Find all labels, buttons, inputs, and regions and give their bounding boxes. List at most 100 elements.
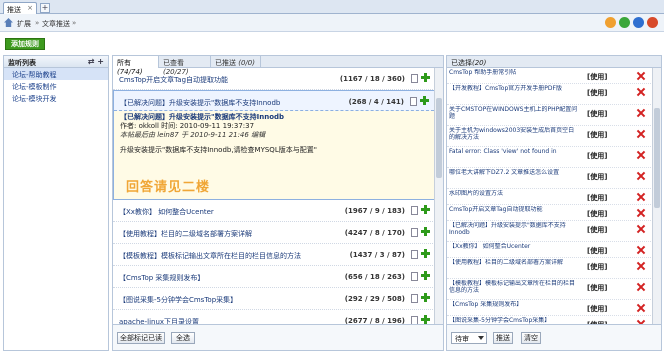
selected-title[interactable]: 【已解决问题】升级安装提示"数据库不支持Innodb (449, 222, 579, 236)
add-icon[interactable] (421, 315, 430, 324)
use-link[interactable]: [使用] (587, 304, 607, 314)
selected-title[interactable]: CmsTop开启文章Tag自动提取功能 (449, 206, 579, 213)
select-all-button[interactable]: 全选 (171, 332, 195, 344)
post-title[interactable]: 【模板教程】模板标记输出文章所在栏目的栏目信息的方法 (119, 251, 301, 261)
use-link[interactable]: [使用] (587, 151, 607, 161)
delete-icon[interactable] (637, 72, 645, 80)
selected-title[interactable]: 关于主机为windows2003安装生成后首页空白的解决方法 (449, 127, 579, 141)
add-rule-button[interactable]: 添加规则 (5, 38, 45, 50)
post-title[interactable]: 【Xx教你】 如何整合Ucenter (119, 207, 214, 217)
delete-icon[interactable] (637, 151, 645, 159)
add-icon[interactable] (421, 227, 430, 236)
tab-viewed[interactable]: 已查看 (20/27) (159, 56, 211, 76)
use-link[interactable]: [使用] (587, 109, 607, 119)
delete-icon[interactable] (637, 109, 645, 117)
post-title[interactable]: 【使用教程】栏目的二级域名部署方案详解 (119, 229, 252, 239)
scrollbar-thumb[interactable] (436, 98, 442, 178)
selected-title[interactable]: 【CmsTop 采集规则发布】 (449, 301, 579, 308)
home-icon[interactable] (4, 18, 13, 27)
mark-all-read-button[interactable]: 全部标记已读 (117, 332, 165, 344)
selected-title[interactable]: 【开发教程】CmsTop官方开发手册PDF版 (449, 85, 579, 92)
selected-title[interactable]: 哪位老大讲解下DZ7.2 文章推送怎么设置 (449, 169, 579, 176)
clear-button[interactable]: 清空 (521, 332, 541, 344)
post-row[interactable]: apache-linux下目录设置 (2677 / 8 / 196) (113, 310, 435, 324)
selected-title[interactable]: 【模板教程】模板标记输出文章所在栏目的栏目信息的方法 (449, 280, 579, 294)
post-row[interactable]: 【Xx教你】 如何整合Ucenter (1967 / 9 / 183) (113, 200, 435, 222)
selected-title[interactable]: 【Xx教你】 如何整合Ucenter (449, 243, 579, 250)
push-button[interactable]: 推送 (493, 332, 513, 344)
delete-icon[interactable] (637, 283, 645, 291)
delete-icon[interactable] (637, 88, 645, 96)
sidebar-item[interactable]: 论坛-帮助教程 (4, 68, 108, 80)
use-link[interactable]: [使用] (587, 225, 607, 235)
tab-push[interactable]: 推送 × (3, 2, 37, 14)
document-icon[interactable] (411, 250, 418, 259)
use-link[interactable]: [使用] (587, 130, 607, 140)
close-icon[interactable] (647, 17, 658, 28)
selected-title[interactable]: 关于CMSTOP在WINDOWS主机上的PHP配置问题 (449, 106, 579, 120)
post-title[interactable]: apache-linux下目录设置 (119, 317, 199, 324)
sidebar-item[interactable]: 论坛-模块开发 (4, 92, 108, 104)
post-list-scrollbar[interactable] (434, 68, 443, 324)
sidebar-item[interactable]: 论坛-模板制作 (4, 80, 108, 92)
document-icon[interactable] (411, 206, 418, 215)
post-title[interactable]: CmsTop开启文章Tag自动提取功能 (119, 75, 228, 85)
delete-icon[interactable] (637, 262, 645, 270)
use-link[interactable]: [使用] (587, 88, 607, 98)
delete-icon[interactable] (637, 225, 645, 233)
scrollbar-thumb[interactable] (654, 108, 660, 208)
document-icon[interactable] (411, 74, 418, 83)
post-title[interactable]: 【已解决问题】升级安装提示"数据库不支持Innodb (120, 98, 280, 108)
selected-title[interactable]: CmsTop 帮助手册常引帖 (449, 69, 579, 76)
use-link[interactable]: [使用] (587, 172, 607, 182)
post-row[interactable]: 【模板教程】模板标记输出文章所在栏目的栏目信息的方法 (1437 / 3 / 87… (113, 244, 435, 266)
close-icon[interactable]: × (27, 4, 33, 12)
selected-list-scrollbar[interactable] (652, 68, 661, 324)
post-title[interactable]: 【图说采集-5分钟学会CmsTop采集】 (119, 295, 237, 305)
use-link[interactable]: [使用] (587, 193, 607, 203)
document-icon[interactable] (411, 316, 418, 324)
add-icon[interactable] (420, 96, 429, 105)
selected-title[interactable]: 【图说采集-5分钟学会CmsTop采集】 (449, 317, 579, 324)
info-icon[interactable] (633, 17, 644, 28)
breadcrumb-item-article-push[interactable]: 文章推送 (42, 19, 70, 29)
post-title[interactable]: 【CmsTop 采集规则发布】 (119, 273, 204, 283)
use-link[interactable]: [使用] (587, 209, 607, 219)
delete-icon[interactable] (637, 246, 645, 254)
delete-icon[interactable] (637, 193, 645, 201)
breadcrumb-separator: » (35, 19, 40, 27)
add-icon[interactable] (421, 271, 430, 280)
post-row[interactable]: CmsTop开启文章Tag自动提取功能 (1167 / 18 / 360) (113, 68, 435, 90)
expanded-post[interactable]: 【已解决问题】升级安装提示"数据库不支持Innodb (268 / 4 / 141… (113, 90, 435, 200)
delete-icon[interactable] (637, 304, 645, 312)
delete-icon[interactable] (637, 209, 645, 217)
post-row[interactable]: 【使用教程】栏目的二级域名部署方案详解 (4247 / 8 / 170) (113, 222, 435, 244)
use-link[interactable]: [使用] (587, 246, 607, 256)
post-row[interactable]: 【CmsTop 采集规则发布】 (656 / 18 / 263) (113, 266, 435, 288)
document-icon[interactable] (411, 228, 418, 237)
selected-title[interactable]: Fatal error: Class 'view' not found in (449, 148, 579, 155)
selected-title[interactable]: 【使用教程】栏目的二级域名部署方案详解 (449, 259, 579, 266)
tab-all[interactable]: 所有 (74/74) (113, 56, 159, 76)
add-icon[interactable] (421, 73, 430, 82)
add-icon[interactable] (421, 205, 430, 214)
delete-icon[interactable] (637, 172, 645, 180)
tab-pushed[interactable]: 已推送 (0/0) (211, 56, 261, 68)
document-icon[interactable] (411, 272, 418, 281)
use-link[interactable]: [使用] (587, 283, 607, 293)
add-icon[interactable] (619, 17, 630, 28)
status-select[interactable]: 待审 (451, 332, 487, 344)
document-icon[interactable] (411, 294, 418, 303)
add-icon[interactable] (421, 293, 430, 302)
selected-title[interactable]: 水印图片的设置方法 (449, 190, 579, 197)
breadcrumb-item-extension[interactable]: 扩展 (17, 19, 31, 29)
use-link[interactable]: [使用] (587, 262, 607, 272)
search-icon[interactable] (605, 17, 616, 28)
use-link[interactable]: [使用] (587, 72, 607, 82)
add-icon[interactable] (421, 249, 430, 258)
sidebar-tools[interactable]: ⇄ + (88, 57, 104, 66)
add-tab-button[interactable]: + (40, 3, 50, 13)
document-icon[interactable] (410, 97, 417, 106)
post-row[interactable]: 【图说采集-5分钟学会CmsTop采集】 (292 / 29 / 508) (113, 288, 435, 310)
delete-icon[interactable] (637, 130, 645, 138)
